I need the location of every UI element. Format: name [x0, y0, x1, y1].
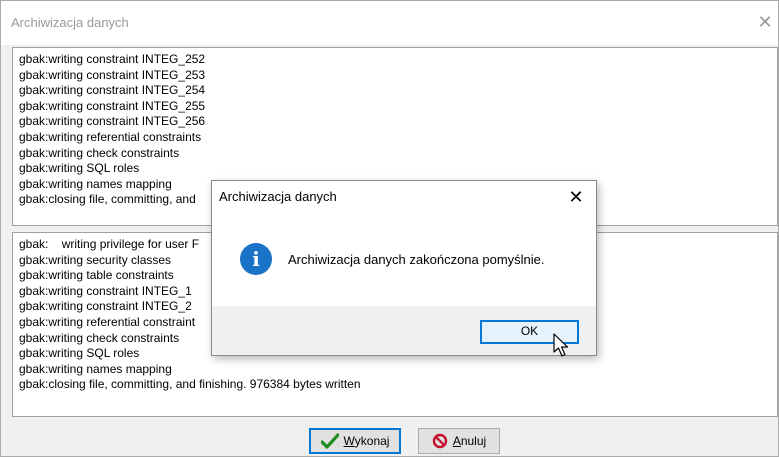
execute-button-label: Wykonaj [343, 434, 390, 448]
log-line: gbak:writing check constraints [19, 145, 180, 160]
dialog-close-icon[interactable]: ✕ [564, 185, 588, 209]
info-icon: i [240, 243, 272, 275]
dialog-title: Archiwizacja danych [219, 189, 337, 204]
log-line: gbak:writing constraint INTEG_255 [19, 98, 206, 113]
window-close-icon[interactable]: ✕ [754, 11, 776, 33]
log-line: gbak:writing constraint INTEG_254 [19, 83, 206, 98]
button-bar: Wykonaj Anuluj [1, 419, 778, 456]
cancel-icon [432, 433, 448, 449]
log-line: gbak:closing file, committing, and finis… [19, 377, 361, 392]
dialog-message: Archiwizacja danych zakończona pomyślnie… [288, 252, 545, 267]
log-line: gbak:writing constraint INTEG_252 [19, 52, 206, 66]
log-line: gbak:writing referential constraints [19, 129, 202, 144]
info-dialog: Archiwizacja danych ✕ i Archiwizacja dan… [211, 180, 597, 356]
cancel-button-label: Anuluj [452, 434, 487, 448]
cancel-button[interactable]: Anuluj [418, 428, 500, 454]
title-bar: Archiwizacja danych ✕ [1, 1, 778, 45]
mouse-cursor-icon [553, 333, 569, 357]
log-line: gbak:writing constraint INTEG_256 [19, 114, 206, 129]
dialog-footer: OK [212, 306, 596, 355]
execute-button[interactable]: Wykonaj [309, 428, 401, 454]
log-line: gbak:writing names mapping [19, 361, 172, 376]
checkmark-icon [320, 433, 339, 449]
window-title: Archiwizacja danych [11, 15, 129, 30]
log-line: gbak:writing SQL roles [19, 161, 140, 176]
log-line: gbak:writing constraint INTEG_253 [19, 67, 206, 82]
